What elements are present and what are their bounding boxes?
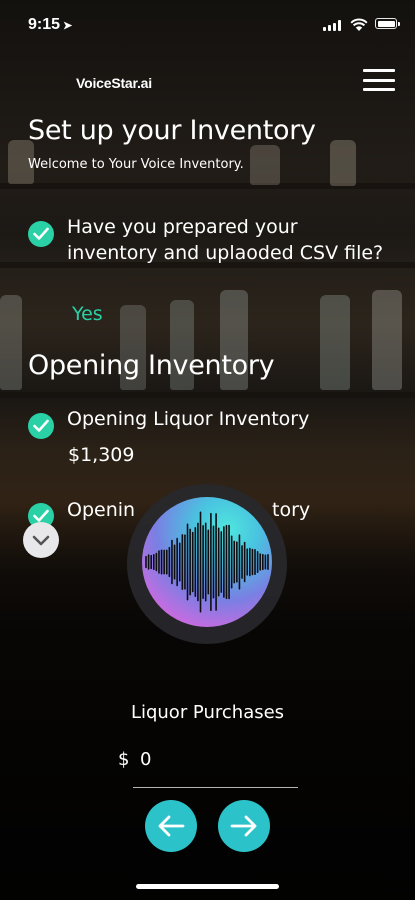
voicestar-logo-icon: [29, 71, 71, 95]
battery-icon: [375, 18, 400, 29]
location-arrow-icon: ➤: [63, 20, 73, 32]
back-button[interactable]: [145, 800, 197, 852]
status-bar: 9:15 ➤: [0, 0, 415, 50]
opening-item-2-label-end: tory: [272, 499, 311, 521]
hamburger-menu-icon[interactable]: [363, 69, 395, 91]
page-title: Set up your Inventory: [28, 115, 316, 146]
page-subtitle: Welcome to Your Voice Inventory.: [28, 157, 244, 172]
wifi-icon: [350, 18, 368, 31]
arrow-left-icon: [158, 815, 185, 837]
status-time: 9:15 ➤: [28, 16, 73, 33]
opening-item-2-label-start: Openin: [67, 499, 136, 521]
signal-icon: [323, 20, 341, 31]
chevron-down-icon[interactable]: [23, 522, 59, 558]
voice-waveform-icon[interactable]: [142, 497, 272, 627]
opening-liquor-value: $1,309: [68, 444, 135, 466]
prepared-answer[interactable]: Yes: [72, 303, 103, 325]
arrow-right-icon: [230, 815, 257, 837]
purchases-label: Liquor Purchases: [130, 702, 285, 723]
checkmark-icon: [28, 221, 54, 247]
home-indicator: [136, 884, 279, 889]
logo-text: VoiceStar.ai: [76, 75, 152, 91]
next-button[interactable]: [218, 800, 270, 852]
prepared-question: Have you prepared your inventory and upl…: [67, 216, 384, 264]
purchases-amount-input[interactable]: [140, 749, 300, 770]
checkmark-icon: [28, 413, 54, 439]
app-header: VoiceStar.ai: [0, 62, 415, 102]
opening-liquor-label: Opening Liquor Inventory: [67, 408, 310, 430]
opening-inventory-heading: Opening Inventory: [28, 350, 275, 381]
app-logo[interactable]: VoiceStar.ai: [28, 70, 152, 96]
currency-symbol: $: [118, 749, 130, 770]
input-underline: [133, 787, 298, 788]
